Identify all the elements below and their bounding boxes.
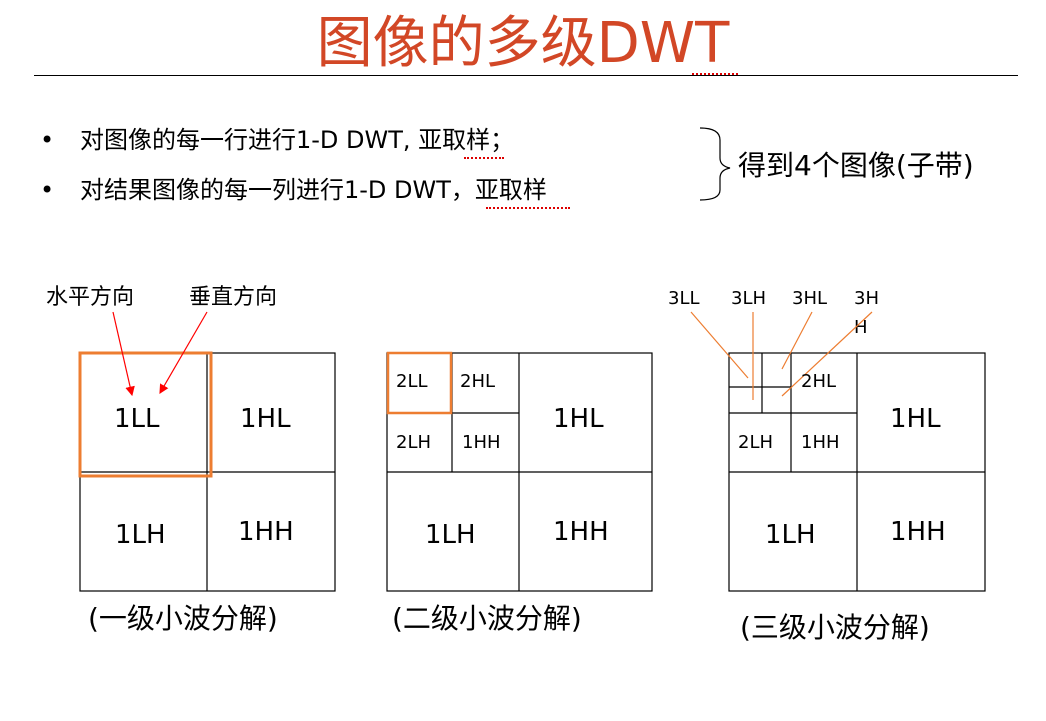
panel2-1hl: 1HL — [553, 404, 604, 434]
panel1-grid — [79, 352, 336, 592]
spellcheck-underline — [464, 153, 504, 159]
panel2-1hh: 1HH — [553, 517, 609, 547]
panel1-caption: (一级小波分解) — [88, 602, 278, 635]
panel3-2lh: 2LH — [738, 432, 774, 453]
panel1-1hl: 1HL — [240, 404, 291, 434]
bullet-brace — [699, 127, 731, 201]
panel2-2lh: 2LH — [396, 432, 432, 453]
spellcheck-underline — [692, 69, 738, 75]
spellcheck-underline — [486, 203, 570, 209]
panel1-1ll: 1LL — [114, 404, 160, 434]
panel2-1lh: 1LH — [425, 520, 476, 550]
panel3-2hh: 1HH — [801, 432, 840, 453]
panel3-1hl: 1HL — [890, 404, 941, 434]
panel3-grid — [728, 352, 986, 592]
panel3-1hh: 1HH — [890, 517, 946, 547]
panel1-1lh: 1LH — [115, 520, 166, 550]
panel3-1lh: 1LH — [765, 520, 816, 550]
panel3-caption: (三级小波分解) — [740, 611, 930, 644]
panel2-2hh: 1HH — [462, 432, 501, 453]
panel1-1hh: 1HH — [238, 517, 294, 547]
panel2-2ll: 2LL — [396, 371, 428, 392]
panel3-2hl: 2HL — [801, 371, 837, 392]
panel2-2hl: 2HL — [460, 371, 496, 392]
panel2-caption: (二级小波分解) — [392, 602, 582, 635]
